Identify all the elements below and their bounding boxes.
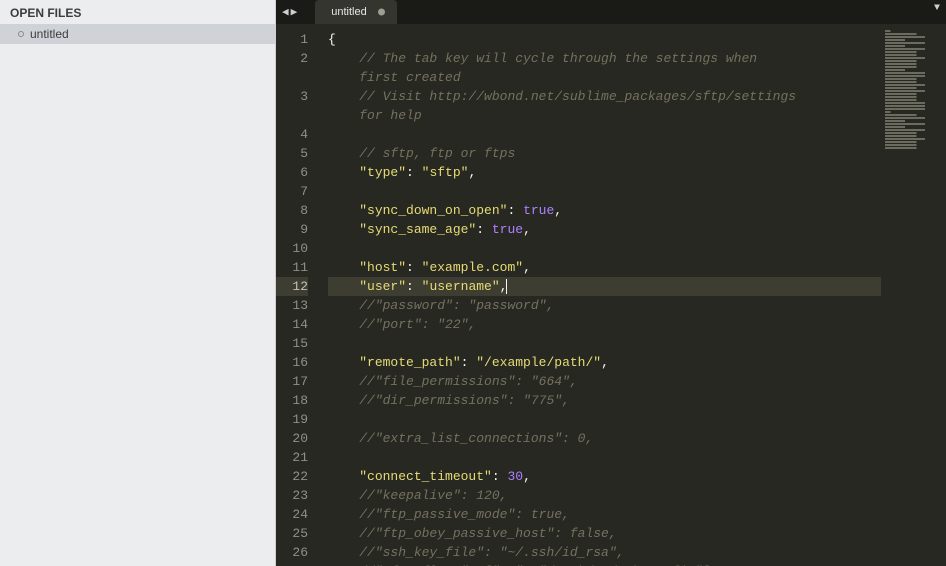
code-line[interactable]: [328, 125, 881, 144]
code-line[interactable]: //"ftp_passive_mode": true,: [328, 505, 881, 524]
code-line[interactable]: [328, 182, 881, 201]
code-line[interactable]: [328, 334, 881, 353]
line-number: 17: [276, 372, 308, 391]
sidebar-item-label: untitled: [30, 27, 69, 41]
line-number: 18: [276, 391, 308, 410]
editor[interactable]: 1234567891011121314151617181920212223242…: [276, 24, 946, 566]
line-number: 3: [276, 87, 308, 106]
sidebar-item-file[interactable]: untitled: [0, 24, 275, 44]
code-line[interactable]: for help: [328, 106, 881, 125]
code-line[interactable]: "remote_path": "/example/path/",: [328, 353, 881, 372]
line-number: 10: [276, 239, 308, 258]
tab-prev-icon[interactable]: ◀: [282, 5, 289, 19]
tab-next-icon[interactable]: ▶: [291, 5, 298, 19]
line-number-gutter: 1234567891011121314151617181920212223242…: [276, 24, 318, 566]
code-line[interactable]: //"keepalive": 120,: [328, 486, 881, 505]
line-number: 25: [276, 524, 308, 543]
line-number: 27: [276, 562, 308, 566]
code-line[interactable]: //"ssh_key_file": "~/.ssh/id_rsa",: [328, 543, 881, 562]
line-number: 26: [276, 543, 308, 562]
line-number: 4: [276, 125, 308, 144]
code-line[interactable]: //"extra_list_connections": 0,: [328, 429, 881, 448]
line-number: 7: [276, 182, 308, 201]
line-number: 24: [276, 505, 308, 524]
code-line[interactable]: //"dir_permissions": "775",: [328, 391, 881, 410]
tab-label: untitled: [331, 6, 366, 18]
tab-nav-arrows: ◀ ▶: [276, 0, 303, 24]
tab-dirty-icon: [378, 9, 385, 16]
code-line[interactable]: // sftp, ftp or ftps: [328, 144, 881, 163]
code-line[interactable]: "host": "example.com",: [328, 258, 881, 277]
code-line[interactable]: // Visit http://wbond.net/sublime_packag…: [328, 87, 881, 106]
line-number: 19: [276, 410, 308, 429]
code-line[interactable]: //"port": "22",: [328, 315, 881, 334]
editor-main: ◀ ▶ untitled ▼ 1234567891011121314151617…: [276, 0, 946, 566]
tab-untitled[interactable]: untitled: [315, 0, 396, 24]
line-number: 12: [276, 277, 308, 296]
code-line[interactable]: [328, 239, 881, 258]
line-number: 16: [276, 353, 308, 372]
line-number: 6: [276, 163, 308, 182]
line-number: [276, 106, 308, 125]
code-line[interactable]: //"password": "password",: [328, 296, 881, 315]
code-line[interactable]: // The tab key will cycle through the se…: [328, 49, 881, 68]
line-number: 11: [276, 258, 308, 277]
line-number: 20: [276, 429, 308, 448]
code-line[interactable]: "sync_down_on_open": true,: [328, 201, 881, 220]
code-line[interactable]: "sync_same_age": true,: [328, 220, 881, 239]
code-line[interactable]: [328, 410, 881, 429]
line-number: 15: [276, 334, 308, 353]
tab-bar: ◀ ▶ untitled ▼: [276, 0, 946, 24]
line-number: 1: [276, 30, 308, 49]
line-number: 22: [276, 467, 308, 486]
code-line[interactable]: //"sftp_flags": ["-F", "/path/to/ssh_con…: [328, 562, 881, 566]
code-line[interactable]: //"ftp_obey_passive_host": false,: [328, 524, 881, 543]
line-number: 23: [276, 486, 308, 505]
line-number: [276, 68, 308, 87]
code-line[interactable]: //"file_permissions": "664",: [328, 372, 881, 391]
sidebar: OPEN FILES untitled: [0, 0, 276, 566]
code-line[interactable]: "user": "username",: [328, 277, 881, 296]
line-number: 5: [276, 144, 308, 163]
line-number: 14: [276, 315, 308, 334]
minimap-content: [885, 30, 942, 150]
code-line[interactable]: "connect_timeout": 30,: [328, 467, 881, 486]
line-number: 8: [276, 201, 308, 220]
open-files-header: OPEN FILES: [0, 0, 275, 24]
code-line[interactable]: "type": "sftp",: [328, 163, 881, 182]
minimap[interactable]: [881, 24, 946, 566]
line-number: 21: [276, 448, 308, 467]
line-number: 13: [276, 296, 308, 315]
code-line[interactable]: first created: [328, 68, 881, 87]
line-number: 2: [276, 49, 308, 68]
code-line[interactable]: {: [328, 30, 881, 49]
code-line[interactable]: [328, 448, 881, 467]
tab-overflow-icon[interactable]: ▼: [934, 3, 940, 14]
line-number: 9: [276, 220, 308, 239]
dirty-indicator-icon: [18, 31, 24, 37]
code-area[interactable]: { // The tab key will cycle through the …: [318, 24, 881, 566]
